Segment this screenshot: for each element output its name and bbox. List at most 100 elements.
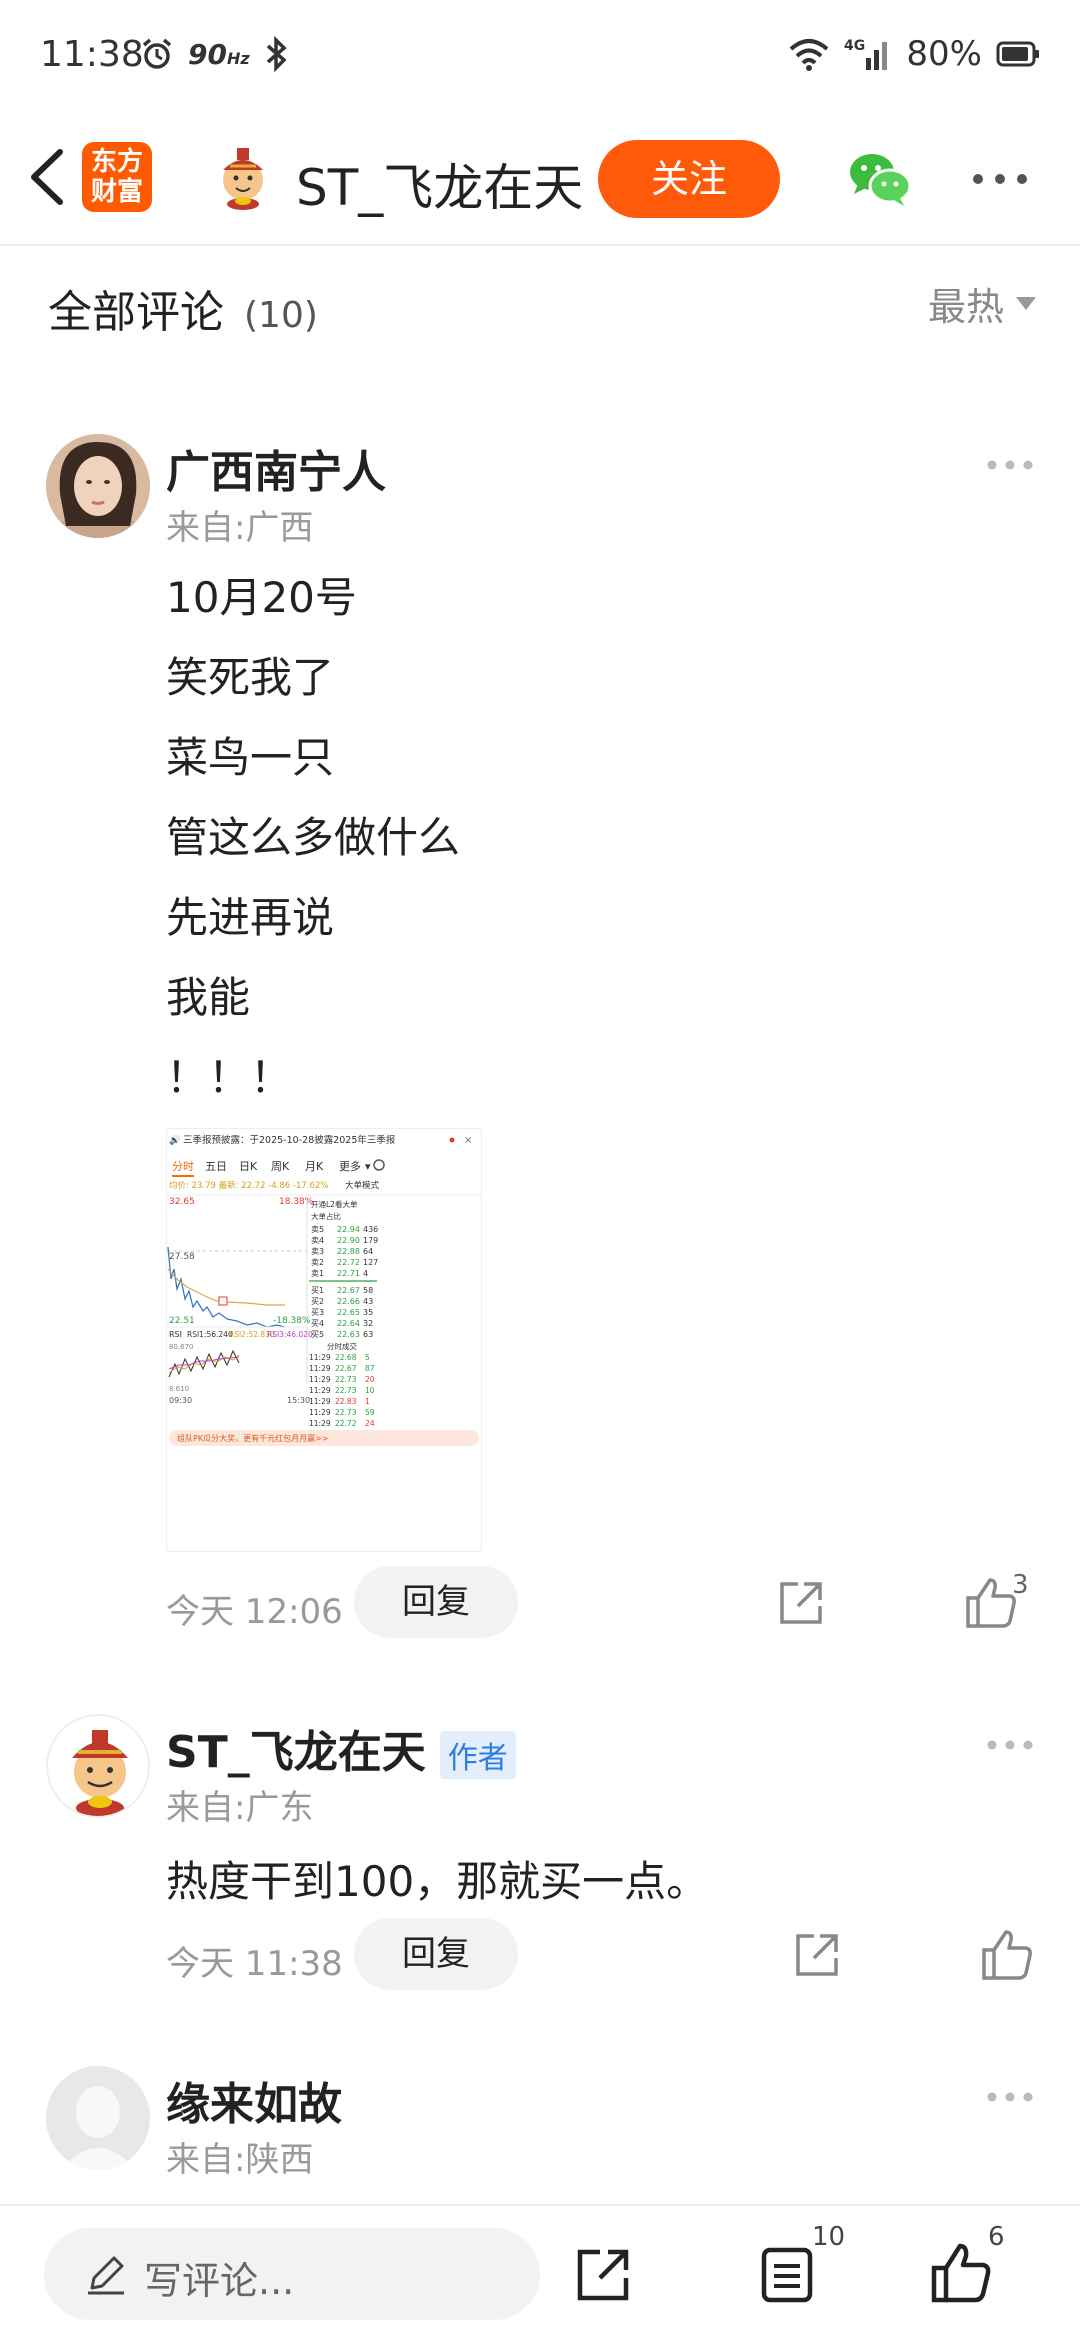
svg-text:22.73: 22.73: [335, 1375, 357, 1384]
price-stats: 均价: 23.79 最新: 22.72 -4.86 -17.62%: [169, 1180, 328, 1191]
reply-button[interactable]: 回复: [354, 1918, 518, 1990]
svg-text:买4: 买4: [311, 1319, 324, 1328]
author-avatar-icon: [72, 1730, 128, 1816]
like-icon[interactable]: [930, 2242, 992, 2304]
avatar[interactable]: [46, 1714, 150, 1818]
tab-monthly: 月K: [305, 1160, 324, 1173]
svg-text:43: 43: [363, 1297, 373, 1306]
sell-orders: 卖5 22.94 436 卖4 22.90 179 卖3 22.88 64 卖2 22.72 1…: [311, 1225, 378, 1278]
rsi-bottom: 8.610: [169, 1385, 189, 1393]
time-end: 15:30: [287, 1396, 310, 1405]
follow-button[interactable]: 关注: [598, 140, 780, 218]
tab-weekly: 周K: [271, 1160, 290, 1173]
svg-text:11:29: 11:29: [309, 1364, 331, 1373]
comment-more-icon[interactable]: [986, 458, 1034, 472]
svg-text:卖5: 卖5: [311, 1225, 324, 1234]
stock-chart-thumbnail: 🔊 三季报预披露：于2025-10-28披露2025年三季报 × 分时 五日 日…: [167, 1134, 481, 1551]
svg-text:22.71: 22.71: [337, 1269, 360, 1278]
svg-text:22.90: 22.90: [337, 1236, 360, 1245]
refresh-rate: 90Hz: [188, 37, 250, 71]
svg-text:22.67: 22.67: [335, 1364, 357, 1373]
sort-label: 最热: [927, 285, 1004, 329]
svg-text:35: 35: [363, 1308, 373, 1317]
tab-5day: 五日: [205, 1160, 227, 1173]
like-icon[interactable]: [964, 1576, 1018, 1630]
comment-more-icon[interactable]: [986, 2090, 1034, 2104]
svg-text:22.72: 22.72: [337, 1258, 360, 1267]
rsi-label: RSI: [169, 1330, 182, 1339]
svg-text:20: 20: [365, 1375, 375, 1384]
svg-text:22.65: 22.65: [337, 1308, 360, 1317]
avatar[interactable]: [46, 434, 150, 538]
share-icon[interactable]: [572, 2244, 634, 2306]
avatar[interactable]: [46, 2066, 150, 2170]
wechat-share-icon[interactable]: [846, 148, 912, 208]
svg-text:436: 436: [363, 1225, 378, 1234]
big-order-ratio: 大单占比: [311, 1211, 341, 1221]
rsi1: RSI1:56.240: [187, 1330, 233, 1339]
comment-text-line: 我能: [166, 973, 251, 1022]
comment-text-line: 菜鸟一只: [166, 733, 335, 782]
svg-text:11:29: 11:29: [309, 1408, 331, 1417]
svg-text:63: 63: [363, 1330, 373, 1339]
tab-active-underline: [172, 1175, 194, 1177]
comments-count: (10): [244, 295, 318, 336]
announcement-banner: 三季报预披露：于2025-10-28披露2025年三季报: [183, 1134, 396, 1146]
app-logo[interactable]: 东方财富: [82, 142, 152, 212]
comment-author[interactable]: ST_飞龙在天 作者: [166, 1716, 516, 1780]
author-avatar-icon[interactable]: [210, 144, 276, 210]
svg-text:64: 64: [363, 1247, 373, 1256]
share-icon[interactable]: [776, 1578, 826, 1628]
svg-text:22.94: 22.94: [337, 1225, 360, 1234]
comments-icon[interactable]: [756, 2244, 818, 2306]
svg-text:22.66: 22.66: [337, 1297, 360, 1306]
speaker-icon: 🔊: [169, 1134, 180, 1146]
sort-dropdown[interactable]: 最热: [928, 276, 1036, 331]
svg-text:卖3: 卖3: [311, 1247, 324, 1256]
like-icon[interactable]: [980, 1928, 1034, 1982]
svg-text:58: 58: [363, 1286, 373, 1295]
battery-icon: [996, 41, 1039, 67]
share-icon[interactable]: [792, 1930, 842, 1980]
svg-text:11:29: 11:29: [309, 1375, 331, 1384]
tab-daily: 日K: [239, 1160, 258, 1173]
time-start: 09:30: [169, 1396, 192, 1405]
comment-text-line: 热度干到100，那就买一点。: [166, 1857, 709, 1906]
rsi-top: 80.670: [169, 1343, 194, 1351]
svg-text:11:29: 11:29: [309, 1353, 331, 1362]
more-options-icon[interactable]: [970, 164, 1030, 194]
svg-text:127: 127: [363, 1258, 378, 1267]
comments-heading: 全部评论 (10): [48, 276, 318, 340]
page-title: ST_飞龙在天: [296, 159, 584, 217]
promo-text: 组队PK瓜分大奖，更有千元红包月月赢>>: [177, 1433, 328, 1443]
like-count: 3: [1012, 1570, 1029, 1600]
write-comment-input[interactable]: 写评论...: [44, 2228, 540, 2320]
svg-text:4: 4: [363, 1269, 368, 1278]
svg-text:22.88: 22.88: [337, 1247, 360, 1256]
comment-author[interactable]: 缘来如故: [166, 2068, 342, 2132]
reply-button[interactable]: 回复: [354, 1566, 518, 1638]
write-comment-placeholder: 写评论...: [144, 2259, 295, 2303]
status-bar: 11:38 90Hz 4G 80%: [0, 0, 1080, 112]
header: 东方财富 ST_飞龙在天 关注: [0, 112, 1080, 246]
bottom-bar: 写评论... 10 6: [0, 2204, 1080, 2340]
svg-text:11:29: 11:29: [309, 1397, 331, 1406]
big-order-mode: 大单模式: [345, 1180, 380, 1191]
svg-text:买2: 买2: [311, 1297, 324, 1306]
svg-text:179: 179: [363, 1236, 378, 1245]
price-low: 22.51: [169, 1316, 195, 1326]
comment-image[interactable]: 🔊 三季报预披露：于2025-10-28披露2025年三季报 × 分时 五日 日…: [166, 1128, 482, 1552]
comment-more-icon[interactable]: [986, 1738, 1034, 1752]
svg-text:22.72: 22.72: [335, 1419, 357, 1428]
price-high: 32.65: [169, 1197, 195, 1207]
svg-text:买1: 买1: [311, 1286, 324, 1295]
comment-author[interactable]: 广西南宁人: [166, 436, 386, 500]
bluetooth-icon: [266, 36, 287, 72]
tab-intraday: 分时: [172, 1160, 194, 1173]
signal-icon: 4G: [844, 38, 888, 70]
dropdown-arrow-icon: [1016, 297, 1036, 310]
svg-text:11:29: 11:29: [309, 1386, 331, 1395]
svg-text:22.83: 22.83: [335, 1397, 357, 1406]
user-avatar-icon: [46, 434, 150, 538]
back-button[interactable]: [20, 142, 80, 212]
